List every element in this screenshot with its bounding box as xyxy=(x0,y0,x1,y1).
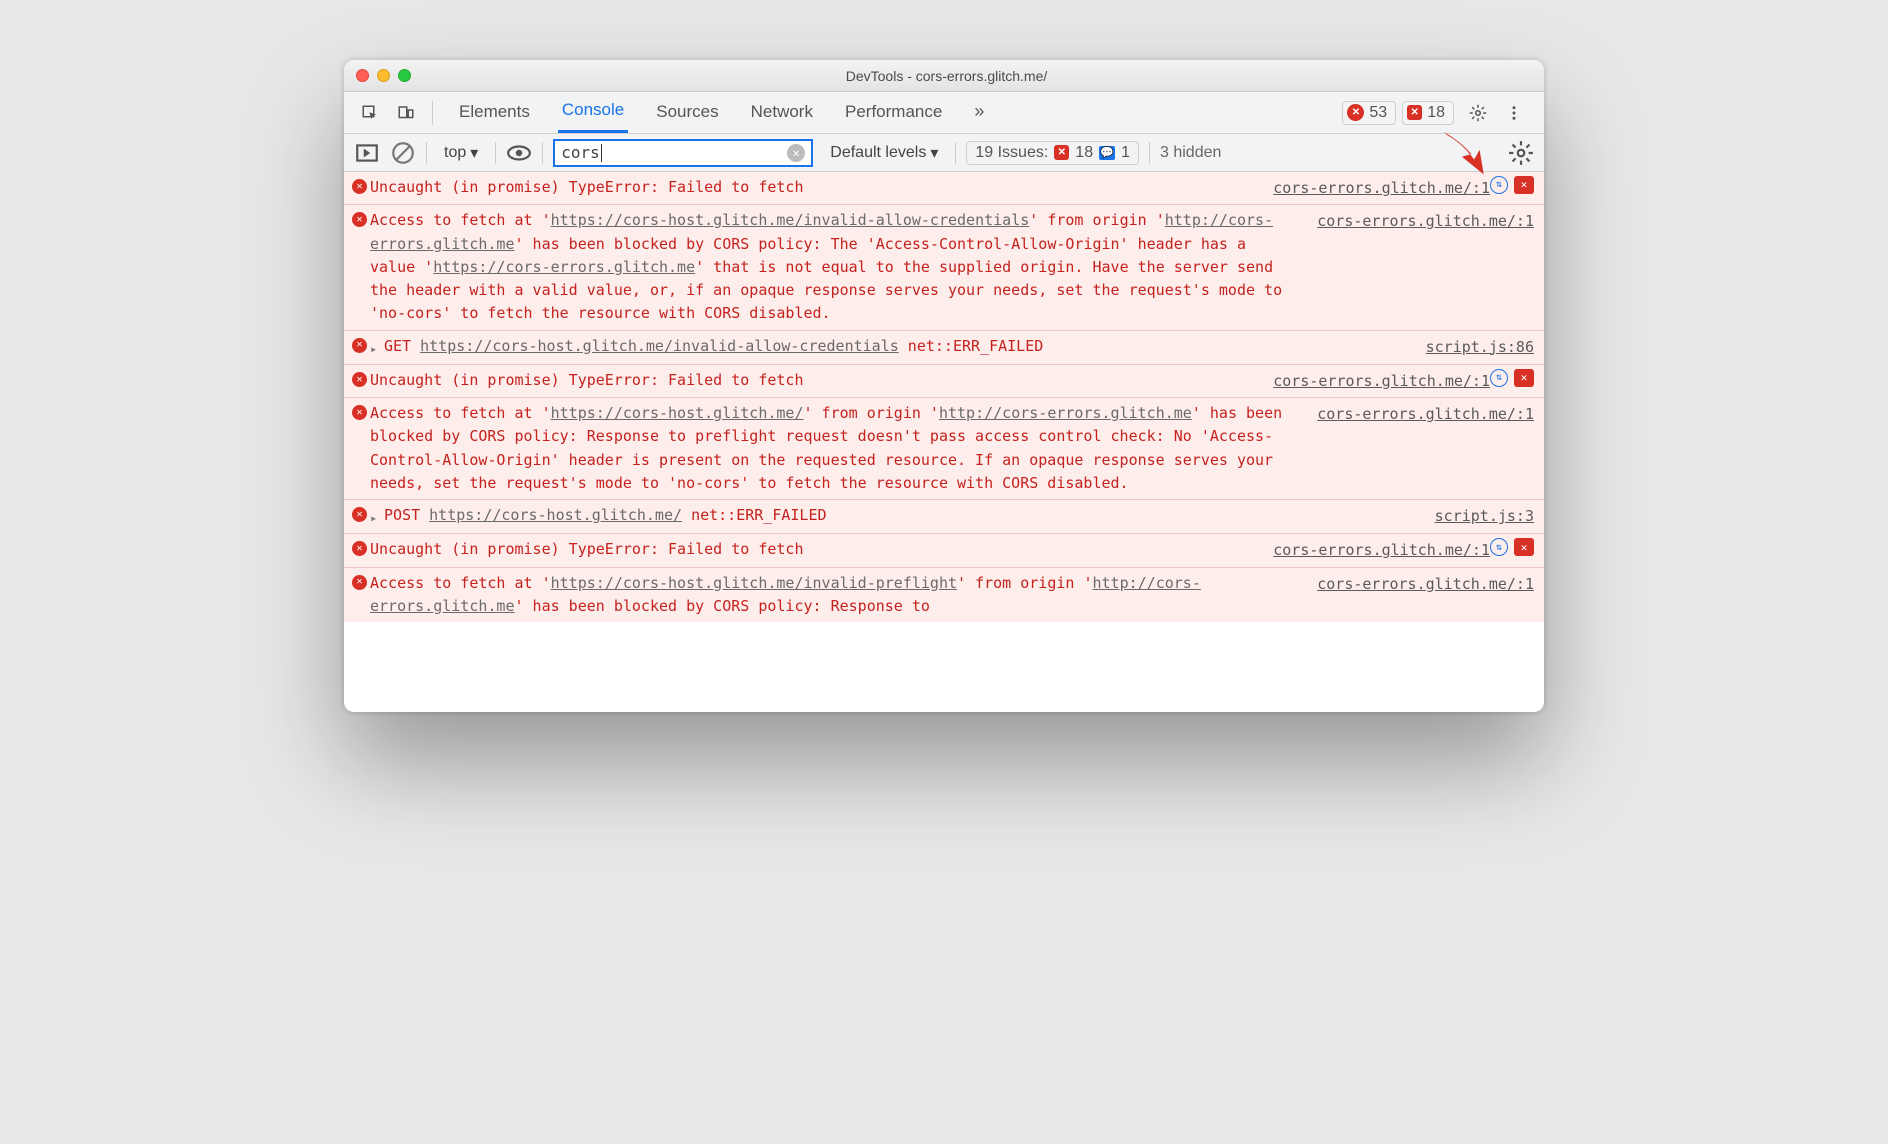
console-error-row[interactable]: Uncaught (in promise) TypeError: Failed … xyxy=(344,533,1544,566)
clear-filter-icon[interactable]: ✕ xyxy=(787,144,805,162)
expand-icon[interactable] xyxy=(370,337,384,360)
error-icon xyxy=(352,575,370,590)
chevron-down-icon: ▾ xyxy=(470,143,478,163)
filter-input[interactable]: cors ✕ xyxy=(553,139,813,167)
tab-sources[interactable]: Sources xyxy=(652,94,722,132)
source-link[interactable]: cors-errors.glitch.me/:1 xyxy=(1273,370,1490,393)
replay-xhr-icon[interactable] xyxy=(1490,538,1508,556)
console-error-row[interactable]: Access to fetch at 'https://cors-host.gl… xyxy=(344,397,1544,499)
tab-elements[interactable]: Elements xyxy=(455,94,534,132)
error-icon xyxy=(352,338,370,353)
tab-console[interactable]: Console xyxy=(558,92,628,133)
error-count: 53 xyxy=(1369,104,1387,122)
clear-console-icon[interactable] xyxy=(390,140,416,166)
console-error-row[interactable]: Access to fetch at 'https://cors-host.gl… xyxy=(344,567,1544,623)
console-messages: Uncaught (in promise) TypeError: Failed … xyxy=(344,172,1544,712)
divider xyxy=(426,142,427,164)
tabs: Elements Console Sources Network Perform… xyxy=(455,92,988,133)
live-expression-icon[interactable] xyxy=(506,140,532,166)
window-title: DevTools - cors-errors.glitch.me/ xyxy=(361,68,1532,84)
tab-network[interactable]: Network xyxy=(747,94,817,132)
context-selector[interactable]: top ▾ xyxy=(437,140,485,166)
console-error-row[interactable]: Uncaught (in promise) TypeError: Failed … xyxy=(344,364,1544,397)
expand-icon[interactable] xyxy=(370,506,384,529)
error-icon xyxy=(352,541,370,556)
log-level-selector[interactable]: Default levels ▾ xyxy=(823,140,945,166)
console-settings-icon[interactable] xyxy=(1508,140,1534,166)
error-icon xyxy=(352,179,370,194)
error-icon xyxy=(352,372,370,387)
tabstrip: Elements Console Sources Network Perform… xyxy=(344,92,1544,134)
console-error-row[interactable]: Uncaught (in promise) TypeError: Failed … xyxy=(344,172,1544,204)
error-icon xyxy=(1347,104,1364,121)
source-link[interactable]: cors-errors.glitch.me/:1 xyxy=(1317,210,1534,233)
issues-summary[interactable]: 19 Issues: 18 💬 1 xyxy=(966,141,1139,165)
issue-icon xyxy=(1407,105,1422,120)
more-options-icon[interactable] xyxy=(1498,97,1530,129)
tab-more[interactable]: » xyxy=(970,93,988,132)
console-error-row[interactable]: GET https://cors-host.glitch.me/invalid-… xyxy=(344,330,1544,364)
error-icon xyxy=(352,212,370,227)
source-link[interactable]: cors-errors.glitch.me/:1 xyxy=(1317,573,1534,596)
issue-counter[interactable]: 18 xyxy=(1402,101,1454,125)
console-error-row[interactable]: POST https://cors-host.glitch.me/ net::E… xyxy=(344,499,1544,533)
divider xyxy=(542,142,543,164)
source-link[interactable]: cors-errors.glitch.me/:1 xyxy=(1273,539,1490,562)
chevron-down-icon: ▾ xyxy=(930,143,938,163)
source-link[interactable]: script.js:86 xyxy=(1426,336,1534,359)
issue-error-icon xyxy=(1054,145,1069,160)
console-filter-bar: top ▾ cors ✕ Default levels ▾ 19 Issues:… xyxy=(344,134,1544,172)
divider xyxy=(1149,142,1150,164)
tab-performance[interactable]: Performance xyxy=(841,94,946,132)
divider xyxy=(955,142,956,164)
divider xyxy=(432,101,433,125)
error-icon xyxy=(352,405,370,420)
issue-info-icon: 💬 xyxy=(1099,146,1115,160)
view-issue-icon[interactable] xyxy=(1514,538,1534,556)
console-error-row[interactable]: Access to fetch at 'https://cors-host.gl… xyxy=(344,204,1544,329)
hidden-count[interactable]: 3 hidden xyxy=(1160,144,1221,162)
divider xyxy=(495,142,496,164)
error-counter[interactable]: 53 xyxy=(1342,101,1396,125)
titlebar: DevTools - cors-errors.glitch.me/ xyxy=(344,60,1544,92)
replay-xhr-icon[interactable] xyxy=(1490,176,1508,194)
inspect-icon[interactable] xyxy=(354,97,386,129)
view-issue-icon[interactable] xyxy=(1514,369,1534,387)
source-link[interactable]: cors-errors.glitch.me/:1 xyxy=(1317,403,1534,426)
source-link[interactable]: cors-errors.glitch.me/:1 xyxy=(1273,177,1490,200)
issue-count: 18 xyxy=(1427,104,1445,122)
text-cursor xyxy=(601,144,602,162)
error-icon xyxy=(352,507,370,522)
toggle-drawer-icon[interactable] xyxy=(354,140,380,166)
device-toggle-icon[interactable] xyxy=(390,97,422,129)
view-issue-icon[interactable] xyxy=(1514,176,1534,194)
source-link[interactable]: script.js:3 xyxy=(1435,505,1534,528)
replay-xhr-icon[interactable] xyxy=(1490,369,1508,387)
devtools-window: DevTools - cors-errors.glitch.me/ Elemen… xyxy=(344,60,1544,712)
settings-icon[interactable] xyxy=(1462,97,1494,129)
